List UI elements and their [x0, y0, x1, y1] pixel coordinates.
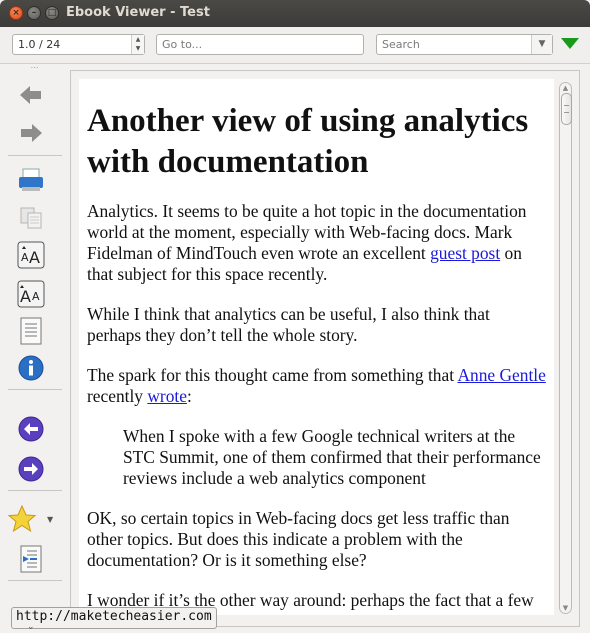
- scroll-down-icon[interactable]: ▼: [560, 604, 571, 612]
- scroll-up-icon[interactable]: ▲: [560, 84, 571, 92]
- spin-up-icon[interactable]: ▲: [132, 35, 144, 44]
- maximize-icon: □: [47, 8, 57, 18]
- minimize-icon: –: [31, 8, 37, 18]
- paragraph: The spark for this thought came from som…: [87, 365, 546, 407]
- anne-gentle-link[interactable]: Anne Gentle: [457, 365, 545, 385]
- toolbar-separator: [8, 389, 62, 390]
- document-view[interactable]: Another view of using analytics with doc…: [79, 79, 554, 615]
- svg-text:A: A: [20, 287, 31, 306]
- paragraph: Analytics. It seems to be quite a hot to…: [87, 201, 546, 285]
- spin-down-icon[interactable]: ▼: [132, 44, 144, 53]
- toolbar-separator: [8, 490, 62, 491]
- window-titlebar: × – □ Ebook Viewer - Test: [0, 0, 590, 27]
- page-number-value: 1.0 / 24: [18, 38, 61, 51]
- forward-arrow-icon[interactable]: [16, 118, 46, 148]
- link-status-tooltip: http://maketecheasier.com: [11, 607, 217, 629]
- next-page-icon[interactable]: [16, 454, 46, 484]
- bottom-grip-icon[interactable]: ⌄: [27, 622, 35, 632]
- back-arrow-icon[interactable]: [16, 80, 46, 110]
- guest-post-link[interactable]: guest post: [430, 243, 500, 263]
- block-quote: When I spoke with a few Google technical…: [123, 426, 541, 488]
- svg-text:A: A: [32, 290, 40, 303]
- wrote-link[interactable]: wrote: [147, 386, 187, 406]
- close-icon: ×: [12, 8, 20, 18]
- window-close-button[interactable]: ×: [9, 6, 23, 20]
- font-larger-icon[interactable]: AA: [16, 240, 46, 270]
- vertical-scrollbar[interactable]: ▲ ▼: [559, 82, 572, 614]
- toolbar-separator: [8, 580, 62, 581]
- scrollbar-thumb[interactable]: [561, 93, 572, 125]
- toolbar-grip-icon[interactable]: ⋯: [26, 64, 44, 72]
- goto-input[interactable]: Go to...: [156, 34, 364, 55]
- font-smaller-icon[interactable]: AA: [16, 279, 46, 309]
- search-input[interactable]: Search: [382, 38, 420, 51]
- page-title: Another view of using analytics with doc…: [87, 103, 529, 180]
- paragraph-text: :: [186, 386, 192, 406]
- toolbar-separator: [8, 155, 62, 156]
- previous-page-icon[interactable]: [16, 414, 46, 444]
- window-maximize-button[interactable]: □: [45, 6, 59, 20]
- bookmark-star-icon[interactable]: [7, 504, 37, 534]
- window-title: Ebook Viewer - Test: [66, 5, 210, 20]
- copy-icon[interactable]: [16, 203, 46, 233]
- search-dropdown-icon[interactable]: ▼: [531, 35, 552, 54]
- bookmark-dropdown-icon[interactable]: ▼: [47, 515, 53, 524]
- table-of-contents-icon[interactable]: [16, 316, 46, 346]
- print-icon[interactable]: [16, 165, 46, 195]
- info-icon[interactable]: [16, 353, 46, 383]
- svg-text:A: A: [29, 248, 40, 267]
- reference-mode-icon[interactable]: [16, 544, 46, 574]
- paragraph: OK, so certain topics in Web-facing docs…: [87, 508, 510, 570]
- paragraph: While I think that analytics can be usef…: [87, 304, 490, 345]
- left-toolbar: ⋯ AA AA ▼: [0, 63, 70, 633]
- top-toolbar: 1.0 / 24 ▲ ▼ Go to... Search ▼: [0, 27, 590, 64]
- window-minimize-button[interactable]: –: [27, 6, 41, 20]
- search-go-button[interactable]: [561, 38, 579, 49]
- svg-text:A: A: [21, 251, 29, 264]
- paragraph-text: recently: [87, 386, 148, 406]
- page-spin-buttons[interactable]: ▲ ▼: [131, 35, 144, 54]
- paragraph-text: The spark for this thought came from som…: [87, 365, 458, 385]
- page-number-spinbox[interactable]: 1.0 / 24 ▲ ▼: [12, 34, 145, 55]
- search-combobox[interactable]: Search ▼: [376, 34, 553, 55]
